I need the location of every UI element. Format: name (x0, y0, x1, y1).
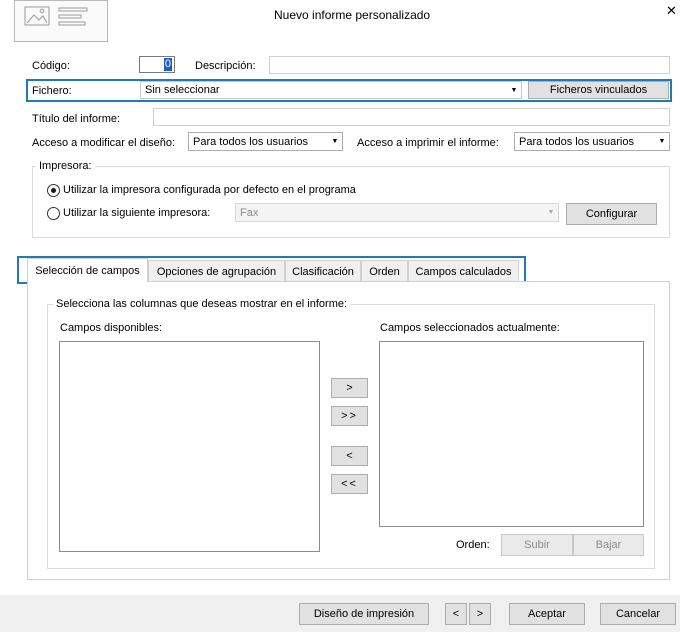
fichero-select[interactable]: Sin seleccionar ▼ (140, 81, 522, 99)
bajar-button[interactable]: Bajar (573, 534, 644, 556)
remove-one-button[interactable]: < (331, 446, 368, 466)
acceso-imprimir-value: Para todos los usuarios (519, 135, 634, 148)
close-icon[interactable]: ✕ (666, 4, 677, 18)
printer-group (32, 166, 670, 238)
tab-clasificacion[interactable]: Clasificación (285, 260, 361, 282)
printer-custom-label[interactable]: Utilizar la siguiente impresora: (63, 206, 210, 220)
fields-group-title: Selecciona las columnas que deseas mostr… (53, 297, 351, 311)
cancel-button[interactable]: Cancelar (600, 603, 676, 625)
printer-custom-radio[interactable] (47, 207, 60, 220)
codigo-label: Código: (32, 60, 70, 72)
printer-default-radio[interactable] (47, 184, 60, 197)
subir-button[interactable]: Subir (501, 534, 573, 556)
acceso-imprimir-label: Acceso a imprimir el informe: (357, 137, 499, 149)
acceso-modificar-label: Acceso a modificar el diseño: (32, 137, 176, 149)
fichero-value: Sin seleccionar (145, 84, 220, 96)
print-design-button[interactable]: Diseño de impresión (299, 603, 429, 625)
acceso-modificar-value: Para todos los usuarios (193, 135, 308, 148)
window-title: Nuevo informe personalizado (274, 8, 431, 22)
titulo-label: Título del informe: (32, 113, 121, 125)
ficheros-vinculados-button[interactable]: Ficheros vinculados (528, 81, 669, 99)
chevron-down-icon: ▼ (331, 138, 339, 145)
configurar-button[interactable]: Configurar (566, 203, 657, 225)
printer-select[interactable]: Fax ▼ (235, 203, 559, 222)
tab-opciones-agrupacion[interactable]: Opciones de agrupación (148, 260, 285, 282)
order-label: Orden: (456, 539, 490, 551)
printer-default-label[interactable]: Utilizar la impresora configurada por de… (63, 183, 356, 197)
tab-campos-calculados[interactable]: Campos calculados (408, 260, 519, 282)
fichero-label: Fichero: (32, 85, 72, 97)
acceso-imprimir-select[interactable]: Para todos los usuarios ▼ (514, 132, 670, 151)
chevron-down-icon: ▼ (547, 209, 555, 216)
printer-value: Fax (240, 206, 259, 219)
selected-fields-list[interactable] (379, 341, 644, 527)
accept-button[interactable]: Aceptar (509, 603, 585, 625)
codigo-value: 0 (163, 58, 172, 71)
descripcion-label: Descripción: (195, 60, 256, 72)
report-thumbnail-icon (14, 0, 108, 42)
acceso-modificar-select[interactable]: Para todos los usuarios ▼ (188, 132, 343, 151)
chevron-down-icon: ▼ (658, 138, 666, 145)
titulo-input[interactable] (153, 108, 670, 126)
available-fields-list[interactable] (59, 341, 320, 552)
add-all-button[interactable]: >> (331, 406, 368, 426)
prev-button[interactable]: < (445, 603, 467, 625)
chevron-down-icon: ▼ (510, 86, 518, 94)
selected-fields-label: Campos seleccionados actualmente: (380, 322, 560, 334)
add-one-button[interactable]: > (331, 378, 368, 398)
tab-orden[interactable]: Orden (361, 260, 408, 282)
printer-group-title: Impresora: (36, 159, 95, 173)
next-button[interactable]: > (469, 603, 491, 625)
tab-seleccion-campos[interactable]: Selección de campos (27, 258, 148, 282)
remove-all-button[interactable]: << (331, 474, 368, 494)
codigo-input[interactable]: 0 (139, 56, 175, 73)
available-fields-label: Campos disponibles: (60, 322, 163, 334)
tab-strip: Selección de campos Opciones de agrupaci… (27, 258, 523, 282)
descripcion-input[interactable] (269, 56, 670, 74)
